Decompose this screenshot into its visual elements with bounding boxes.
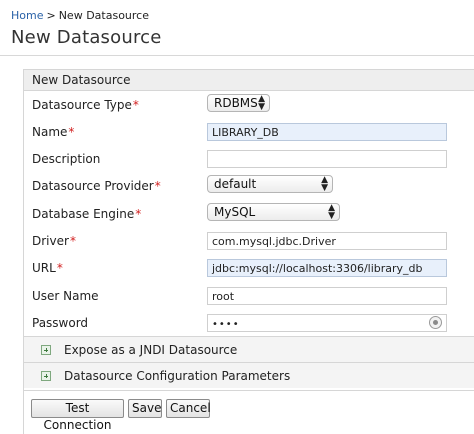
datasource-provider-label: Datasource Provider* xyxy=(32,179,161,193)
row-datasource-type: Datasource Type* RDBMS ▲ ▼ xyxy=(24,92,474,119)
row-description: Description xyxy=(24,146,474,173)
page-title: New Datasource xyxy=(11,27,162,48)
password-value: •••• xyxy=(212,319,240,330)
panel-header: New Datasource xyxy=(24,70,474,91)
driver-input[interactable]: com.mysql.jdbc.Driver xyxy=(207,232,447,250)
button-bar: Test Connection Save Cancel xyxy=(24,390,474,434)
datasource-type-label: Datasource Type* xyxy=(32,98,139,112)
required-marker: * xyxy=(132,98,139,112)
required-marker: * xyxy=(56,261,63,275)
breadcrumb-home-link[interactable]: Home xyxy=(11,9,43,22)
required-marker: * xyxy=(135,207,142,221)
breadcrumb: Home > New Datasource xyxy=(11,9,149,22)
cancel-button[interactable]: Cancel xyxy=(166,399,211,418)
password-label: Password xyxy=(32,316,89,330)
section-config-toggle[interactable]: Datasource Configuration Parameters xyxy=(24,362,474,388)
breadcrumb-separator: > xyxy=(46,9,56,22)
up-down-arrows-icon: ▲ ▼ xyxy=(321,175,328,193)
section-config-label: Datasource Configuration Parameters xyxy=(64,369,291,383)
row-user-name: User Name root xyxy=(24,283,474,310)
datasource-provider-value: default xyxy=(214,177,257,191)
required-marker: * xyxy=(154,179,161,193)
description-input[interactable] xyxy=(207,150,447,168)
user-name-label: User Name xyxy=(32,289,99,303)
row-datasource-provider: Datasource Provider* default ▲ ▼ xyxy=(24,173,474,200)
driver-label: Driver* xyxy=(32,234,76,248)
url-label: URL* xyxy=(32,261,63,275)
datasource-provider-select[interactable]: default ▲ ▼ xyxy=(207,175,333,193)
description-label: Description xyxy=(32,152,101,166)
title-divider xyxy=(0,55,474,56)
section-jndi-label: Expose as a JNDI Datasource xyxy=(64,343,238,357)
database-engine-select[interactable]: MySQL ▲ ▼ xyxy=(207,203,340,221)
row-name: Name* LIBRARY_DB xyxy=(24,119,474,146)
password-input[interactable]: •••• xyxy=(207,314,447,332)
row-url: URL* jdbc:mysql://localhost:3306/library… xyxy=(24,255,474,282)
datasource-type-value: RDBMS xyxy=(214,96,258,110)
breadcrumb-current: New Datasource xyxy=(58,9,149,22)
up-down-arrows-icon: ▲ ▼ xyxy=(258,94,265,112)
required-marker: * xyxy=(68,125,75,139)
panel-header-title: New Datasource xyxy=(32,73,131,87)
row-driver: Driver* com.mysql.jdbc.Driver xyxy=(24,228,474,255)
url-input[interactable]: jdbc:mysql://localhost:3306/library_db xyxy=(207,259,447,277)
database-engine-value: MySQL xyxy=(214,205,256,219)
plus-icon[interactable] xyxy=(41,371,51,381)
user-name-input[interactable]: root xyxy=(207,287,447,305)
up-down-arrows-icon: ▲ ▼ xyxy=(328,203,335,221)
database-engine-label: Database Engine* xyxy=(32,207,142,221)
datasource-form-panel: New Datasource Datasource Type* RDBMS ▲ ▼… xyxy=(23,69,474,434)
row-database-engine: Database Engine* MySQL ▲ ▼ xyxy=(24,201,474,228)
eye-icon[interactable] xyxy=(429,316,442,329)
name-label: Name* xyxy=(32,125,75,139)
save-button[interactable]: Save xyxy=(128,399,162,418)
datasource-type-select[interactable]: RDBMS ▲ ▼ xyxy=(207,94,270,112)
section-jndi-toggle[interactable]: Expose as a JNDI Datasource xyxy=(24,336,474,362)
test-connection-button[interactable]: Test Connection xyxy=(31,399,124,432)
required-marker: * xyxy=(69,234,76,248)
name-input[interactable]: LIBRARY_DB xyxy=(207,123,447,141)
plus-icon[interactable] xyxy=(41,345,51,355)
row-password: Password •••• xyxy=(24,310,474,337)
